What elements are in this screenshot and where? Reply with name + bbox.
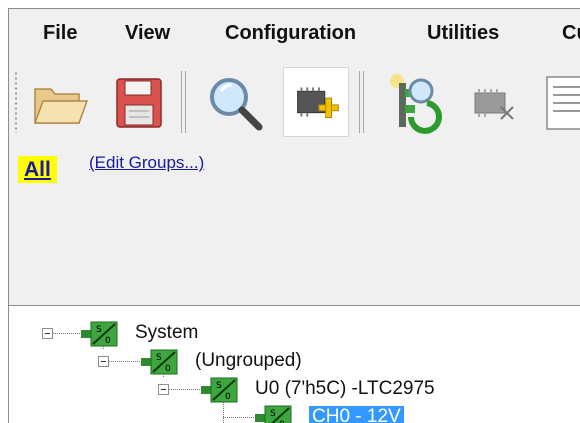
svg-text:S: S (270, 409, 276, 419)
svg-text:0: 0 (165, 364, 171, 374)
tree-node-device[interactable]: S 0 U0 (7'h5C) -LTC2975 (9, 376, 569, 404)
device-tree: S 0 System S 0 (Ungrouped) S 0 U0 (7'h5C… (9, 305, 580, 423)
menu-utilities[interactable]: Utilities (427, 22, 499, 45)
svg-text:S: S (156, 353, 162, 363)
scan-tree-icon[interactable] (379, 67, 445, 137)
menu-bar: File View Configuration Utilities Cu (9, 9, 580, 63)
tree-node-ungrouped[interactable]: S 0 (Ungrouped) (9, 348, 569, 376)
chip-disabled-icon[interactable] (459, 67, 525, 137)
tree-connector (53, 333, 81, 334)
tree-node-label-selected: CH0 - 12V (309, 406, 404, 423)
groups-panel: All (Edit Groups...) (9, 148, 580, 304)
tree-connector (109, 361, 141, 362)
search-icon[interactable] (201, 67, 267, 137)
tree-node-label: System (135, 322, 199, 343)
edit-groups-link[interactable]: (Edit Groups...) (89, 153, 204, 173)
svg-text:S: S (216, 381, 222, 391)
collapse-icon[interactable] (158, 384, 169, 395)
tree-node-label: (Ungrouped) (195, 350, 302, 371)
toolbar-grip[interactable] (14, 71, 18, 133)
svg-text:S: S (96, 325, 102, 335)
tree-connector (223, 417, 255, 418)
menu-file[interactable]: File (43, 22, 77, 45)
power-node-icon: S 0 (201, 377, 238, 403)
menu-configuration[interactable]: Configuration (225, 22, 356, 45)
toolbar-separator (181, 71, 186, 133)
toolbar (9, 63, 580, 147)
app-window: File View Configuration Utilities Cu (8, 8, 580, 423)
tree-connector (169, 389, 201, 390)
document-icon[interactable] (537, 67, 580, 137)
menu-view[interactable]: View (125, 22, 170, 45)
power-node-icon: S 0 (255, 405, 292, 423)
collapse-icon[interactable] (42, 328, 53, 339)
menu-cut-off-item[interactable]: Cu (562, 22, 580, 45)
power-node-icon: S 0 (141, 349, 178, 375)
save-disk-icon[interactable] (105, 67, 171, 137)
add-chip-icon[interactable] (283, 67, 349, 137)
power-node-icon: S 0 (81, 321, 118, 347)
group-all-link[interactable]: All (18, 156, 57, 183)
collapse-icon[interactable] (98, 356, 109, 367)
svg-text:0: 0 (105, 336, 111, 346)
toolbar-separator (359, 71, 364, 133)
tree-node-channel[interactable]: S 0 CH0 - 12V (9, 404, 569, 423)
tree-node-system[interactable]: S 0 System (9, 320, 569, 348)
open-folder-icon[interactable] (27, 67, 93, 137)
tree-node-label: U0 (7'h5C) -LTC2975 (255, 378, 435, 399)
svg-text:0: 0 (225, 392, 231, 402)
